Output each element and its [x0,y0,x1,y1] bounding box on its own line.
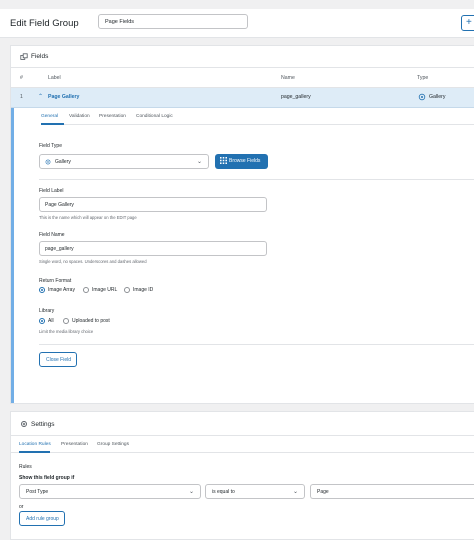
library-radio-all[interactable] [39,318,45,324]
top-strip [0,0,474,9]
col-label: Label [48,75,61,81]
fields-panel-title: Fields [31,53,49,60]
field-name-input[interactable]: page_gallery [39,241,267,256]
library-label: Library [39,308,55,314]
return-format-radio-image-id[interactable] [124,287,130,293]
field-type-label: Field Type [39,143,62,149]
field-label-hint: This is the name which will appear on th… [39,215,137,220]
library-option-all: All [48,318,54,324]
tab-location-rules[interactable]: Location Rules [19,442,51,447]
active-tab-indicator [41,123,64,125]
fields-panel-header: Fields [11,46,474,68]
gallery-type-icon [418,93,426,101]
chevron-down-icon: ⌄ [196,159,202,165]
close-field-label: Close Field [46,357,72,363]
fields-icon [20,53,28,60]
rules-label: Rules [19,464,32,470]
field-name-hint: Single word, no spaces. Underscores and … [39,259,147,264]
rule-value-value: Page [317,489,329,495]
field-label-label: Field Label [39,188,64,194]
return-format-radio-image-array[interactable] [39,287,45,293]
return-format-option-image-id: Image ID [133,287,154,293]
rule-operator-select[interactable]: is equal to ⌄ [205,484,305,499]
settings-tabs: Location Rules Presentation Group Settin… [11,436,474,453]
rule-operator-value: is equal to [212,489,235,495]
show-if-label: Show this field group if [19,475,75,481]
active-tab-indicator [19,451,50,453]
library-radio-uploaded[interactable] [63,318,69,324]
tab-presentation[interactable]: Presentation [99,114,126,119]
fields-column-header: # Label Name Type [11,68,474,88]
field-row[interactable]: 1 ⌃ Page Gallery page_gallery Gallery [11,88,474,108]
return-format-label: Return Format [39,278,72,284]
field-type-value: Gallery [55,159,71,165]
col-type: Type [417,75,429,81]
library-hint: Limit the media library choice [39,329,94,334]
rule-param-value: Post Type [26,489,49,495]
chevron-up-icon[interactable]: ⌃ [38,93,43,100]
grid-icon [220,157,227,164]
field-label-input[interactable]: Page Gallery [39,197,267,212]
add-field-button[interactable]: + [461,15,474,31]
field-group-title-input[interactable]: Page Fields [98,14,248,29]
settings-panel: Settings Location Rules Presentation Gro… [10,411,474,540]
close-field-button[interactable]: Close Field [39,352,77,367]
col-number: # [20,75,23,81]
field-group-title-value: Page Fields [105,19,135,25]
tab-conditional-logic[interactable]: Conditional Logic [136,114,173,119]
divider [39,179,474,180]
add-rule-group-label: Add rule group [26,516,59,522]
field-name-label: Field Name [39,232,65,238]
page-header: Edit Field Group Page Fields + [0,9,474,38]
field-type-select[interactable]: Gallery ⌄ [39,154,209,169]
field-row-number: 1 [20,94,23,100]
rule-param-select[interactable]: Post Type ⌄ [19,484,201,499]
add-rule-group-button[interactable]: Add rule group [19,511,65,526]
return-format-option-image-array: Image Array [48,287,75,293]
field-label-value: Page Gallery [45,202,74,208]
field-row-type: Gallery [429,94,446,100]
return-format-radio-image-url[interactable] [83,287,89,293]
tab-presentation[interactable]: Presentation [61,442,88,447]
return-format-option-image-url: Image URL [92,287,118,293]
plus-icon: + [466,17,472,28]
field-name-value: page_gallery [45,246,74,252]
settings-panel-header: Settings [11,412,474,436]
tab-group-settings[interactable]: Group Settings [97,442,129,447]
divider [39,344,474,345]
browse-fields-button[interactable]: Browse Fields [215,154,268,169]
field-row-name: page_gallery [281,94,311,100]
field-row-label[interactable]: Page Gallery [48,94,79,100]
browse-fields-label: Browse Fields [229,158,261,164]
rule-value-select[interactable]: Page [310,484,474,499]
col-name: Name [281,75,295,81]
fields-panel: Fields # Label Name Type 1 ⌃ Page Galler… [10,45,474,404]
tab-validation[interactable]: Validation [69,114,90,119]
gallery-icon [45,159,51,165]
field-settings: General Validation Presentation Conditio… [11,108,474,403]
or-label: or [19,504,24,510]
field-settings-tabs: General Validation Presentation Conditio… [41,108,474,125]
gear-icon [21,421,27,427]
chevron-down-icon: ⌄ [292,489,298,495]
library-option-uploaded: Uploaded to post [72,318,110,324]
tab-general[interactable]: General [41,114,58,119]
chevron-down-icon: ⌄ [188,489,194,495]
settings-panel-title: Settings [31,421,55,428]
page-title: Edit Field Group [10,18,79,29]
